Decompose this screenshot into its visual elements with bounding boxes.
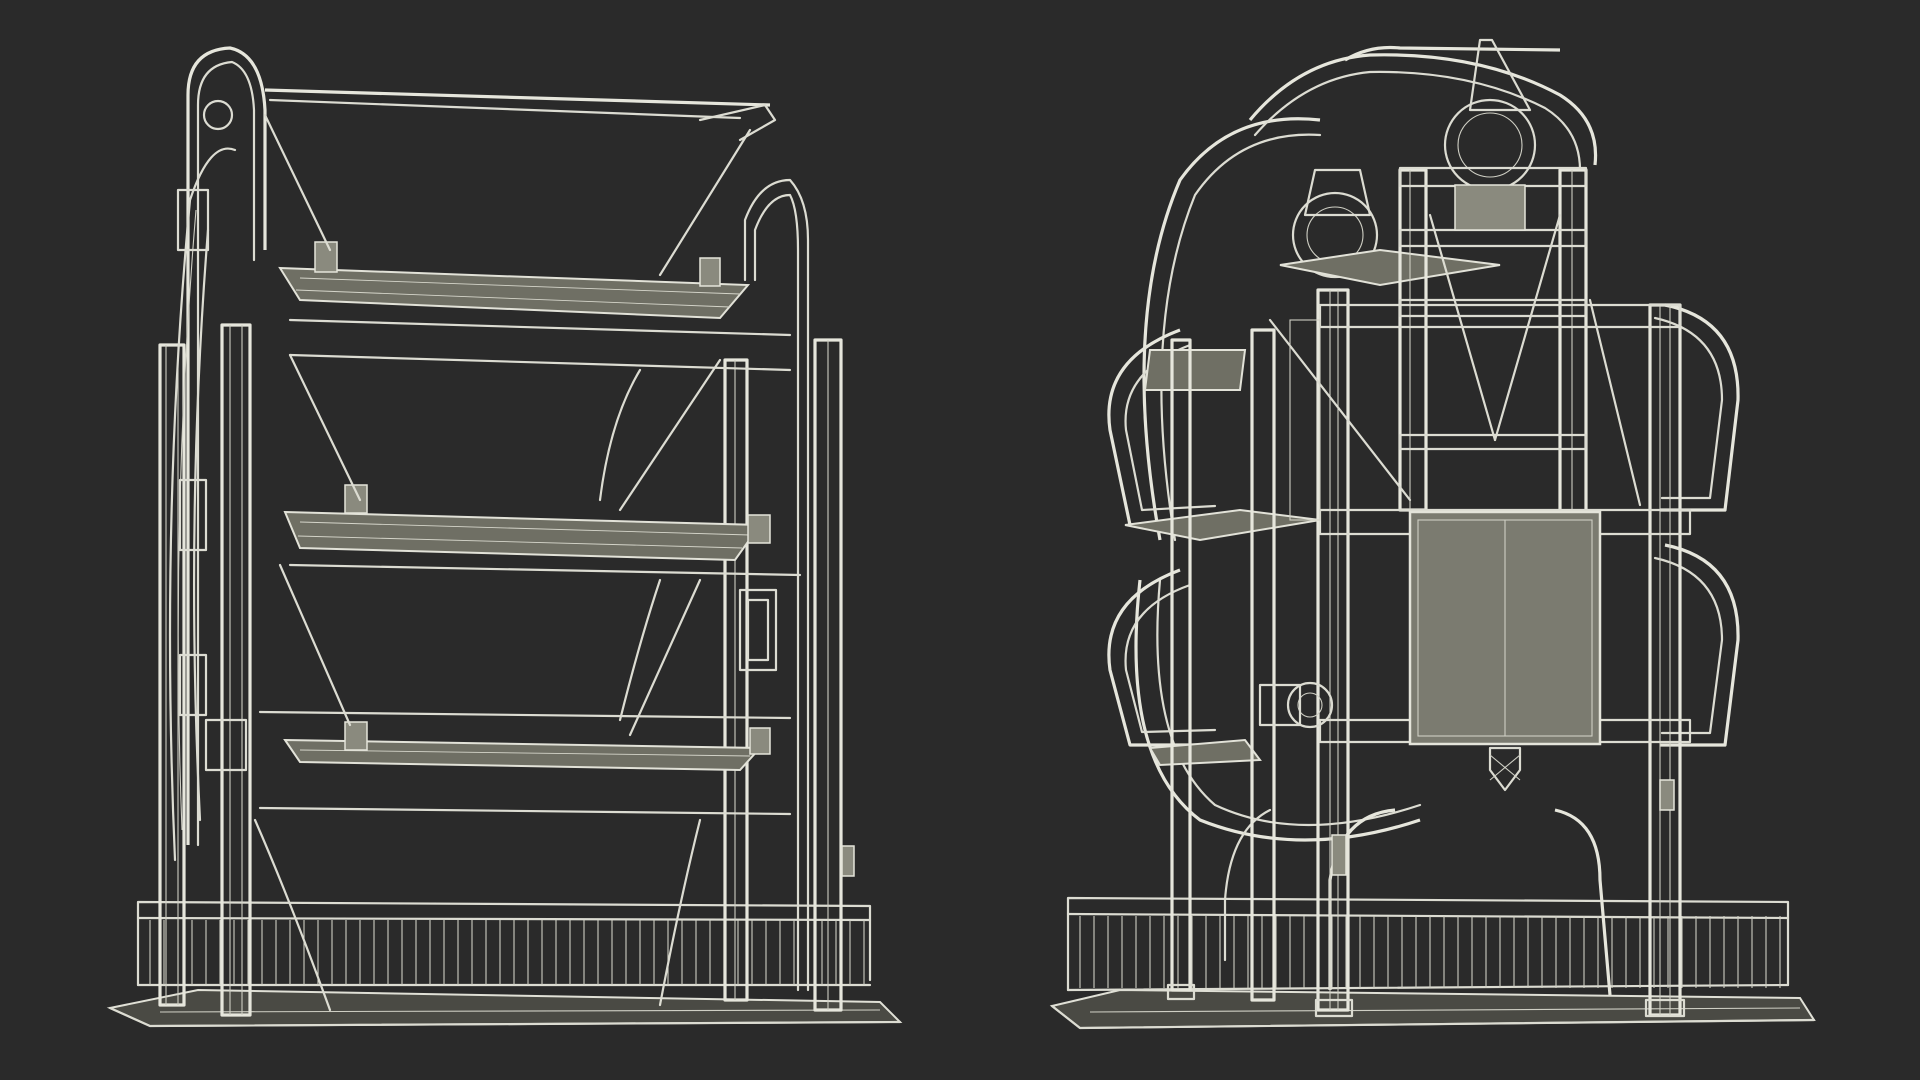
platform-deck-top [278, 241, 792, 372]
render-viewport [0, 0, 1920, 1080]
top-rail [264, 88, 777, 142]
left-parking-tower-wireframe [106, 46, 903, 1028]
left-fence [136, 900, 872, 987]
right-parking-tower-wireframe [1049, 38, 1816, 1030]
left-base-slab [106, 988, 903, 1028]
wireframe-render [106, 38, 1816, 1030]
platform-deck-middle [283, 484, 802, 577]
hanger-bars [253, 113, 752, 1012]
platform-deck-lower [258, 710, 792, 816]
entrance-gate-panel [1408, 510, 1602, 792]
right-base-slab [1049, 988, 1816, 1030]
right-columns [723, 178, 855, 1012]
